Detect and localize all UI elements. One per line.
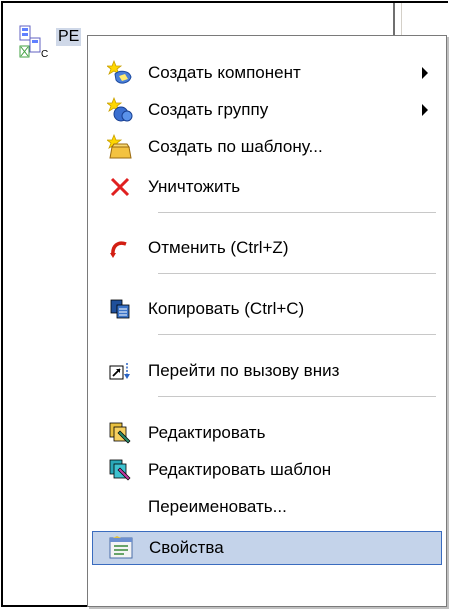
menu-item-label: Перейти по вызову вниз [148,361,340,380]
menu-separator [158,334,436,335]
menu-item-label: Уничтожить [148,177,241,196]
menu-item-copy[interactable]: Копировать (Ctrl+C) [92,292,442,326]
tree-node[interactable]: C PE [18,24,82,60]
star-component-icon [102,56,138,90]
menu-item-label: Редактировать шаблон [148,460,332,479]
menu-item-label: Переименовать... [148,497,287,516]
menu-separator [158,396,436,397]
edit-template-icon [102,453,138,487]
tree-node-icon: C [18,24,52,60]
menu-item-goto-call-down[interactable]: Перейти по вызову вниз [92,354,442,388]
menu-item-delete[interactable]: Уничтожить [92,170,442,204]
menu-item-label: Свойства [149,538,224,557]
menu-separator [158,273,436,274]
menu-item-label: Копировать (Ctrl+C) [148,299,305,318]
star-group-icon [102,93,138,127]
menu-item-label: Создать по шаблону... [148,137,323,156]
tree-node-label: PE [56,28,82,46]
menu-item-label: Создать группу [148,100,269,119]
menu-item-label: Отменить (Ctrl+Z) [148,238,289,257]
menu-item-edit-template[interactable]: Редактировать шаблон [92,453,442,487]
menu-item-label: Редактировать [148,423,266,442]
properties-icon [103,531,139,565]
menu-item-properties[interactable]: Свойства [92,531,442,565]
menu-item-edit[interactable]: Редактировать [92,416,442,450]
menu-item-create-component[interactable]: Создать компонент [92,56,442,90]
menu-item-create-group[interactable]: Создать группу [92,93,442,127]
goto-call-down-icon [102,354,138,388]
edit-icon [102,416,138,450]
menu-separator [158,212,436,213]
red-x-delete-icon [102,170,138,204]
empty-icon-slot [102,490,138,524]
submenu-arrow-icon [422,104,428,116]
undo-arrow-icon [102,231,138,265]
star-template-icon [102,130,138,164]
context-menu: Создать компонент Создать группу Создать… [87,35,447,607]
menu-item-label: Создать компонент [148,63,301,82]
svg-text:C: C [41,49,48,60]
menu-item-create-from-template[interactable]: Создать по шаблону... [92,130,442,164]
menu-item-rename[interactable]: Переименовать... [92,490,442,524]
submenu-arrow-icon [422,67,428,79]
menu-item-undo[interactable]: Отменить (Ctrl+Z) [92,231,442,265]
copy-icon [102,292,138,326]
